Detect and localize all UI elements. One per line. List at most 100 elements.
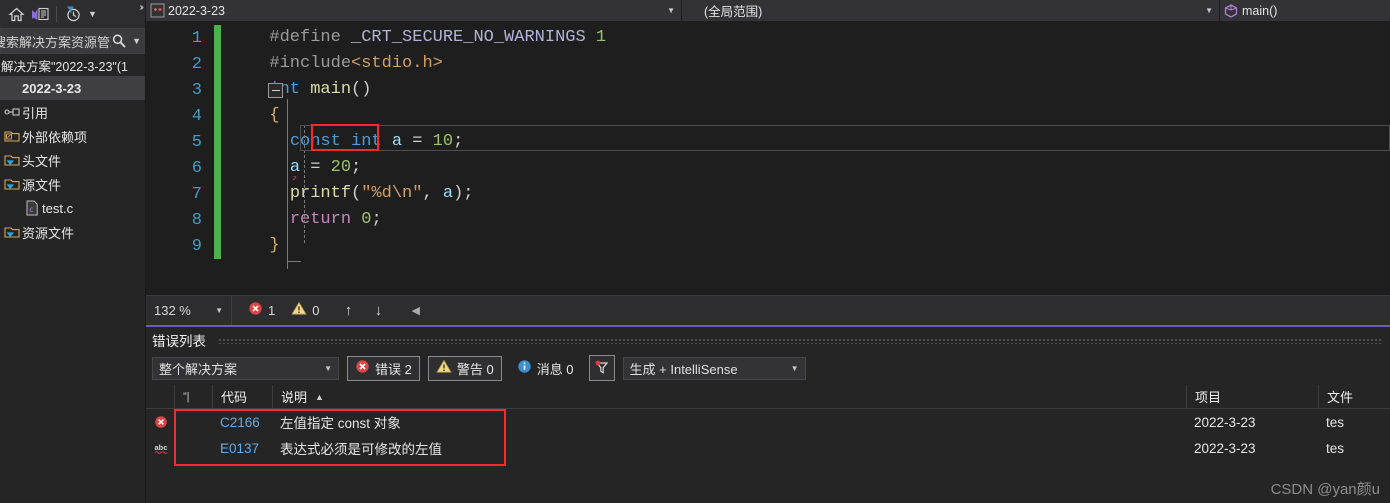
build-intellisense-dropdown[interactable]: 生成 + IntelliSense ▼ (622, 356, 806, 380)
clock-filter-icon[interactable] (61, 2, 85, 26)
code-editor[interactable]: 1 #define _CRT_SECURE_NO_WARNINGS 12 #in… (146, 21, 1390, 295)
warnings-filter-toggle[interactable]: 警告 0 (427, 355, 502, 381)
tree-item-test-c[interactable]: c test.c (0, 196, 145, 220)
chevron-down-icon[interactable]: ▼ (324, 364, 332, 373)
row-pin-cell[interactable] (174, 409, 212, 435)
error-list-toolbar: 整个解决方案 ▼ 错误 2 警告 0 消息 0 生成 + IntelliSens… (146, 353, 1390, 383)
vs-navigate-icon[interactable] (28, 2, 52, 26)
code-line[interactable]: 3 int main() (146, 77, 1390, 103)
change-indicator-bar (214, 25, 221, 51)
outlining-gutter (221, 233, 243, 259)
outlining-gutter (221, 25, 243, 51)
home-icon[interactable] (4, 2, 28, 26)
description-column-label: 说明 (281, 390, 308, 405)
zoom-level-dropdown[interactable]: 132 % ▼ (146, 296, 232, 325)
error-description-cell: 表达式必须是可修改的左值 (280, 442, 442, 457)
external-dependencies-icon (2, 129, 22, 143)
collapse-minus-icon[interactable] (268, 83, 283, 98)
solution-root-label[interactable]: 解决方案"2022-3-23"(1 (0, 54, 145, 76)
outlining-gutter (221, 51, 243, 77)
error-code-link[interactable]: C2166 (212, 409, 272, 435)
tree-item-project[interactable]: 2022-3-23 (0, 76, 145, 100)
info-circle-icon (517, 359, 532, 377)
references-icon (2, 105, 22, 119)
code-line[interactable]: 2 #include<stdio.h> (146, 51, 1390, 77)
error-list-row[interactable]: C2166 左值指定 const 对象 2022-3-23 tes (146, 409, 1390, 435)
line-number: 5 (191, 132, 202, 152)
next-issue-button[interactable]: ↓ (363, 302, 393, 319)
code-column-header[interactable]: 代码 (212, 384, 272, 409)
code-text: #include<stdio.h> (269, 54, 443, 73)
code-column-label: 代码 (221, 390, 248, 405)
search-icon[interactable] (111, 33, 129, 49)
description-column-header[interactable]: 说明 ▲ (272, 384, 1186, 409)
pin-column-header[interactable]: ”| (174, 384, 212, 409)
chevron-down-icon[interactable]: ▼ (85, 9, 100, 19)
const-keyword-annotation-box (311, 124, 379, 151)
status-error-indicator[interactable]: 1 (248, 301, 275, 321)
error-circle-icon (248, 301, 263, 321)
code-line[interactable]: 1 #define _CRT_SECURE_NO_WARNINGS 1 (146, 25, 1390, 51)
status-warning-indicator[interactable]: 0 (291, 301, 319, 321)
resource-folder-icon (2, 225, 22, 239)
code-text: #define _CRT_SECURE_NO_WARNINGS 1 (269, 28, 607, 47)
previous-issue-button[interactable]: ↑ (333, 302, 363, 319)
code-line[interactable]: 9 } (146, 233, 1390, 259)
tree-item-header-files[interactable]: 头文件 (0, 148, 145, 172)
code-text: int main() (269, 80, 372, 99)
messages-filter-toggle[interactable]: 消息 0 (510, 356, 581, 381)
chevron-down-icon[interactable]: ▼ (215, 306, 223, 315)
warning-triangle-icon (291, 301, 307, 321)
error-file-cell: tes (1326, 414, 1345, 430)
error-list-header: 错误列表 (146, 327, 1390, 353)
zoom-level-label: 132 % (154, 303, 191, 318)
errors-filter-toggle[interactable]: 错误 2 (347, 355, 420, 381)
chevron-down-icon[interactable]: ▼ (791, 364, 799, 373)
tree-item-label: 外部依赖项 (22, 129, 88, 145)
file-column-header[interactable]: 文件 (1318, 384, 1390, 409)
error-count-label: 1 (268, 303, 276, 318)
panel-drag-grip[interactable] (218, 338, 1382, 344)
project-column-header[interactable]: 项目 (1186, 384, 1318, 409)
row-pin-cell[interactable] (174, 435, 212, 461)
toolbar-separator (56, 6, 57, 22)
error-filter-icon[interactable] (588, 355, 615, 381)
chevron-down-icon[interactable]: ▼ (667, 6, 675, 15)
double-chevron-icon[interactable]: ›› (139, 2, 143, 13)
tree-item-resource-files[interactable]: 资源文件 (0, 220, 145, 244)
error-code-link[interactable]: E0137 (212, 435, 272, 461)
scope-dropdown[interactable]: (全局范围) ▼ (682, 0, 1220, 21)
tree-item-references[interactable]: 引用 (0, 100, 145, 124)
tree-item-external-dependencies[interactable]: 外部依赖项 (0, 124, 145, 148)
chevron-down-icon[interactable]: ▼ (1205, 6, 1213, 15)
cpp-project-icon (146, 3, 168, 18)
line-number: 9 (191, 236, 202, 256)
function-dropdown[interactable]: main() (1220, 0, 1390, 21)
pin-icon: ”| (183, 390, 190, 403)
code-text: } (269, 236, 280, 255)
error-circle-icon (146, 409, 174, 435)
error-list-row[interactable]: abc E0137 表达式必须是可修改的左值 2022-3-23 tes (146, 435, 1390, 461)
solution-explorer-toolbar: ▼ ›› (0, 0, 145, 28)
tree-item-source-files[interactable]: 源文件 (0, 172, 145, 196)
messages-filter-label: 消息 0 (536, 361, 574, 377)
project-dropdown[interactable]: 2022-3-23 ▼ (146, 0, 682, 21)
solution-tree: 2022-3-23 引用 外部依赖项 头文件 源文件 c test.c 资源文件 (0, 76, 145, 244)
line-number: 8 (191, 210, 202, 230)
code-line[interactable]: 8 return 0; (146, 207, 1390, 233)
error-list-column-headers: ”| 代码 说明 ▲ 项目 文件 (146, 384, 1390, 409)
error-squiggle: Ⲝ (292, 176, 303, 180)
current-line-highlight (300, 125, 1390, 151)
scope-filter-dropdown[interactable]: 整个解决方案 ▼ (152, 356, 339, 380)
left-triangle-icon[interactable]: ◀ (411, 304, 419, 317)
tree-item-label: 源文件 (22, 177, 62, 193)
warnings-filter-label: 警告 0 (456, 361, 494, 377)
intellisense-abc-icon: abc (146, 435, 174, 461)
error-circle-icon (355, 359, 370, 377)
search-solution-explorer-input[interactable]: 搜索解决方案资源管理器 ▼ (0, 28, 145, 54)
code-line[interactable]: 7 printf("%d\n", a); (146, 181, 1390, 207)
change-indicator-bar (214, 77, 221, 103)
icon-column-header[interactable] (146, 385, 174, 409)
search-dropdown-icon[interactable]: ▼ (129, 36, 144, 46)
code-line[interactable]: 6 aⲜ = 20; (146, 155, 1390, 181)
